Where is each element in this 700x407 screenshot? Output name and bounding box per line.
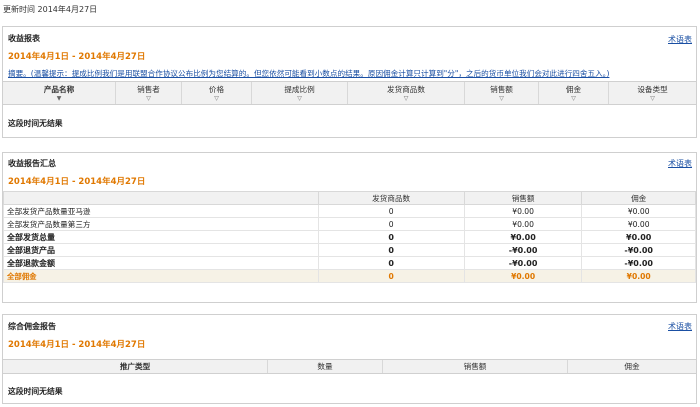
row-commission: ¥0.00 (581, 217, 696, 231)
col-seller[interactable]: 销售者 ▽ (116, 82, 182, 104)
sort-icon[interactable]: ▽ (609, 95, 696, 102)
row-qty: 0 (317, 230, 465, 244)
col-price[interactable]: 价格 ▽ (182, 82, 252, 104)
col-label: 价格 (208, 85, 225, 94)
table-row: 全部发货产品数量第三方 0 ¥0.00 ¥0.00 (3, 217, 696, 231)
row-label: 全部退货产品 (3, 243, 319, 257)
sort-icon[interactable]: ▼ (3, 95, 115, 102)
comprehensive-glossary-link[interactable]: 术语表 (668, 321, 692, 332)
last-updated: 更新时间 2014年4月27日 (3, 5, 98, 14)
summary-table-header: 发货商品数 销售额 佣金 (3, 191, 696, 205)
summary-table: 发货商品数 销售额 佣金 全部发货产品数量亚马逊 0 ¥0.00 ¥0.00 全… (3, 191, 696, 283)
row-commission: -¥0.00 (581, 256, 696, 270)
row-label: 全部佣金 (3, 269, 319, 283)
comprehensive-report-panel: 综合佣金报告 术语表 2014年4月1日 - 2014年4月27日 推广类型 数… (2, 314, 697, 404)
comprehensive-empty-message: 这段时间无结果 (8, 387, 63, 396)
row-sales: -¥0.00 (463, 256, 583, 270)
row-label: 全部发货总量 (3, 230, 319, 244)
row-commission: -¥0.00 (581, 243, 696, 257)
earnings-notice-link[interactable]: 摘要。(温馨提示：提成比例我们是用联盟合作协议公布比例为您结算的。但您依然可能看… (8, 68, 609, 79)
col-label: 销售者 (137, 85, 160, 94)
summary-col-commission: 佣金 (581, 191, 696, 205)
row-commission: ¥0.00 (581, 269, 696, 283)
total-row: 全部佣金 0 ¥0.00 ¥0.00 (3, 269, 696, 283)
table-row: 全部发货产品数量亚马逊 0 ¥0.00 ¥0.00 (3, 204, 696, 218)
sort-icon[interactable]: ▽ (116, 95, 181, 102)
comprehensive-date-range: 2014年4月1日 - 2014年4月27日 (8, 340, 146, 350)
row-label: 全部发货产品数量亚马逊 (3, 204, 319, 218)
earnings-report-title: 收益报表 (8, 34, 40, 43)
col-label: 销售额 (463, 362, 487, 371)
summary-col-blank (3, 191, 319, 205)
col-device-type[interactable]: 设备类型 ▽ (609, 82, 696, 104)
row-label: 全部退款金额 (3, 256, 319, 270)
col-commission: 佣金 (568, 360, 696, 373)
row-qty: 0 (317, 217, 465, 231)
comprehensive-table-header: 推广类型 数量 销售额 佣金 (3, 359, 696, 374)
earnings-date-range: 2014年4月1日 - 2014年4月27日 (8, 52, 146, 62)
col-label: 佣金 (624, 362, 640, 371)
table-row: 全部退货产品 0 -¥0.00 -¥0.00 (3, 243, 696, 257)
col-commission-rate[interactable]: 提成比例 ▽ (252, 82, 348, 104)
sort-icon[interactable]: ▽ (348, 95, 464, 102)
table-row: 全部发货总量 0 ¥0.00 ¥0.00 (3, 230, 696, 244)
col-label: 提成比例 (284, 85, 315, 94)
col-label: 销售额 (490, 85, 513, 94)
col-label: 发货商品数 (387, 85, 425, 94)
col-label: 产品名称 (43, 85, 75, 94)
row-sales: ¥0.00 (463, 269, 583, 283)
comprehensive-title: 综合佣金报告 (8, 322, 56, 331)
col-label: 数量 (317, 362, 333, 371)
row-label: 全部发货产品数量第三方 (3, 217, 319, 231)
summary-glossary-link[interactable]: 术语表 (668, 158, 692, 169)
col-shipped-items[interactable]: 发货商品数 ▽ (348, 82, 465, 104)
row-commission: ¥0.00 (581, 204, 696, 218)
row-commission: ¥0.00 (581, 230, 696, 244)
row-sales: ¥0.00 (463, 217, 583, 231)
row-qty: 0 (317, 256, 465, 270)
summary-title: 收益报告汇总 (8, 159, 56, 168)
sort-icon[interactable]: ▽ (182, 95, 251, 102)
col-quantity: 数量 (268, 360, 383, 373)
row-qty: 0 (317, 243, 465, 257)
summary-col-sales: 销售额 (463, 191, 583, 205)
row-sales: -¥0.00 (463, 243, 583, 257)
col-label: 设备类型 (637, 85, 668, 94)
earnings-table-header: 产品名称 ▼ 销售者 ▽ 价格 ▽ 提成比例 ▽ 发货商品数 ▽ 销售额 ▽ 佣… (3, 81, 696, 105)
col-sales[interactable]: 销售额 ▽ (465, 82, 539, 104)
row-qty: 0 (317, 204, 465, 218)
earnings-report-panel: 收益报表 术语表 2014年4月1日 - 2014年4月27日 摘要。(温馨提示… (2, 26, 697, 138)
summary-panel: 收益报告汇总 术语表 2014年4月1日 - 2014年4月27日 发货商品数 … (2, 152, 697, 303)
summary-date-range: 2014年4月1日 - 2014年4月27日 (8, 177, 146, 187)
col-product-name[interactable]: 产品名称 ▼ (3, 82, 116, 104)
col-label: 佣金 (565, 85, 582, 94)
table-row: 全部退款金额 0 -¥0.00 -¥0.00 (3, 256, 696, 270)
row-sales: ¥0.00 (463, 230, 583, 244)
col-sales: 销售额 (383, 360, 568, 373)
row-sales: ¥0.00 (463, 204, 583, 218)
summary-col-shipped: 发货商品数 (317, 191, 465, 205)
col-commission[interactable]: 佣金 ▽ (539, 82, 609, 104)
sort-icon[interactable]: ▽ (465, 95, 538, 102)
sort-icon[interactable]: ▽ (539, 95, 608, 102)
sort-icon[interactable]: ▽ (252, 95, 347, 102)
col-label: 推广类型 (119, 362, 151, 371)
row-qty: 0 (317, 269, 465, 283)
col-promotion-type: 推广类型 (3, 360, 268, 373)
earnings-empty-message: 这段时间无结果 (8, 119, 63, 128)
earnings-glossary-link[interactable]: 术语表 (668, 34, 692, 45)
